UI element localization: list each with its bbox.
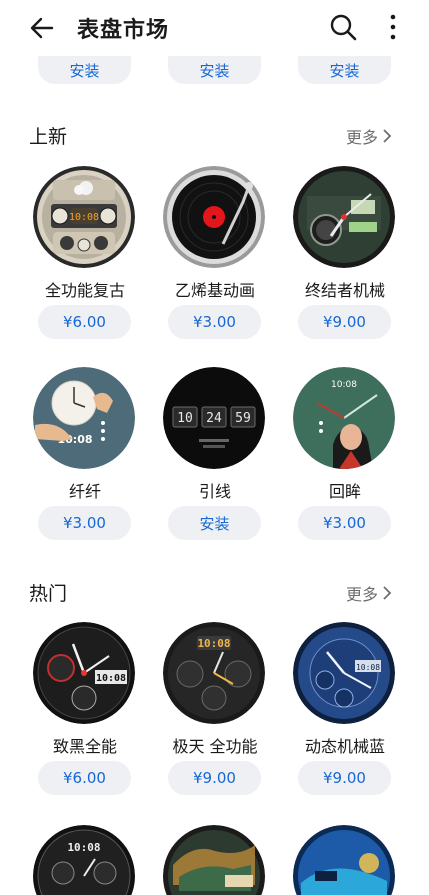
watch-face-mech-blue[interactable]: 10:08	[293, 622, 395, 724]
watch-face-retro[interactable]: 10:08	[33, 166, 135, 268]
chevron-right-icon	[383, 129, 392, 143]
price-button[interactable]: ¥9.00	[298, 761, 391, 795]
watch-face-name[interactable]: 回眸	[280, 478, 410, 502]
back-arrow-icon[interactable]	[28, 14, 56, 42]
price-button[interactable]: ¥3.00	[38, 506, 131, 540]
watch-face-partial[interactable]: 10:08	[33, 825, 135, 895]
watch-face-name[interactable]: 终结者机械	[280, 277, 410, 301]
price-button[interactable]: ¥3.00	[168, 305, 261, 339]
price-button[interactable]: ¥6.00	[38, 305, 131, 339]
section-title-hot: 热门	[29, 583, 68, 605]
price-button[interactable]: ¥6.00	[38, 761, 131, 795]
svg-text:10:08: 10:08	[356, 663, 380, 672]
watch-face-name[interactable]: 纤纤	[20, 478, 150, 502]
more-label: 更多	[346, 128, 379, 147]
more-link-new[interactable]: 更多	[346, 124, 392, 148]
watch-face-name[interactable]: 乙烯基动画	[150, 277, 280, 301]
svg-text:10:08: 10:08	[197, 637, 230, 650]
more-vertical-icon[interactable]	[383, 12, 403, 42]
svg-text:59: 59	[235, 411, 251, 426]
install-button[interactable]: 安装	[168, 506, 261, 540]
watch-face-black[interactable]: 10:08	[33, 622, 135, 724]
watch-face-name[interactable]: 致黑全能	[20, 733, 150, 757]
page-title: 表盘市场	[77, 18, 170, 43]
section-title-new: 上新	[29, 126, 68, 148]
svg-text:10:08: 10:08	[67, 841, 100, 854]
price-button[interactable]: ¥9.00	[298, 305, 391, 339]
watch-face-polar[interactable]: 10:08	[163, 622, 265, 724]
watch-face-fuse[interactable]: 10 24 59	[163, 367, 265, 469]
watch-face-name[interactable]: 引线	[150, 478, 280, 502]
more-label: 更多	[346, 585, 379, 604]
more-link-hot[interactable]: 更多	[346, 581, 392, 605]
svg-text:10:08: 10:08	[69, 212, 99, 223]
watch-face-name[interactable]: 极天 全功能	[150, 733, 280, 757]
watch-face-vinyl[interactable]	[163, 166, 265, 268]
watch-face-partial[interactable]	[293, 825, 395, 895]
svg-text:24: 24	[206, 411, 222, 426]
watch-face-terminator[interactable]	[293, 166, 395, 268]
install-button[interactable]: 安装	[38, 56, 131, 84]
price-button[interactable]: ¥9.00	[168, 761, 261, 795]
svg-text:10:08: 10:08	[96, 673, 126, 684]
watch-face-fiber[interactable]: 10:08	[33, 367, 135, 469]
watch-face-partial[interactable]	[163, 825, 265, 895]
price-button[interactable]: ¥3.00	[298, 506, 391, 540]
install-button[interactable]: 安装	[168, 56, 261, 84]
chevron-right-icon	[383, 586, 392, 600]
watch-face-name[interactable]: 全功能复古	[20, 277, 150, 301]
watch-face-name[interactable]: 动态机械蓝	[280, 733, 410, 757]
watch-face-glance[interactable]: 10:08	[293, 367, 395, 469]
svg-text:10: 10	[177, 411, 193, 426]
top-app-bar: 表盘市场	[0, 0, 429, 56]
svg-text:10:08: 10:08	[331, 380, 357, 390]
search-icon[interactable]	[328, 12, 358, 42]
install-button[interactable]: 安装	[298, 56, 391, 84]
